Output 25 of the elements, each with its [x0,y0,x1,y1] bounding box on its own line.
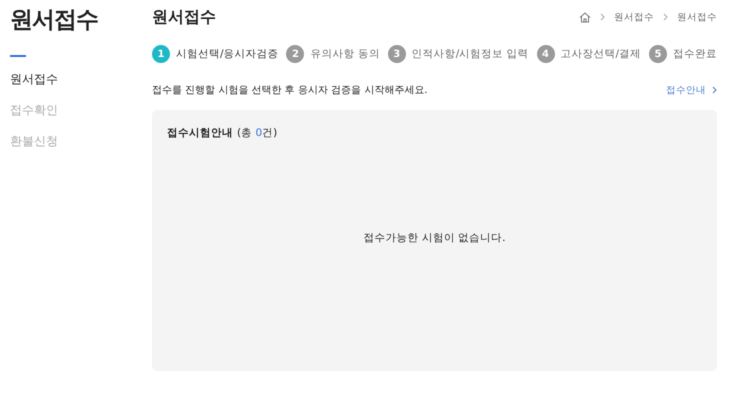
chevron-icon [600,13,605,21]
sidebar-title: 원서접수 [10,6,99,35]
title-underline [10,55,26,57]
step-number: 5 [648,45,667,63]
sidebar-item[interactable]: 원서접수 [10,71,58,88]
exam-count: (총 0건) [237,126,278,140]
breadcrumb-item[interactable]: 원서접수 [677,10,717,24]
step-number: 1 [152,45,170,63]
step-number: 4 [536,45,554,63]
home-icon[interactable] [579,12,591,22]
step-label: 고사장선택/결제 [560,47,642,61]
step-label: 시험선택/응시자검증 [176,47,279,61]
instruction-text: 접수를 진행할 시험을 선택한 후 응시자 검증을 시작해주세요. [152,84,428,97]
breadcrumb-item[interactable]: 원서접수 [614,10,654,24]
step-label: 접수완료 [672,47,717,61]
step-label: 유의사항 동의 [310,47,380,61]
step-number: 3 [388,45,406,63]
chevron-icon [663,13,668,21]
step-number: 2 [286,45,304,63]
panel-title: 접수시험안내 [167,126,233,140]
chevron-icon [712,86,717,94]
guide-link[interactable]: 접수안내 [666,84,706,96]
empty-message: 접수가능한 시험이 없습니다. [363,230,506,244]
page-title: 원서접수 [152,6,216,28]
step-label: 인적사항/시험정보 입력 [412,47,529,61]
